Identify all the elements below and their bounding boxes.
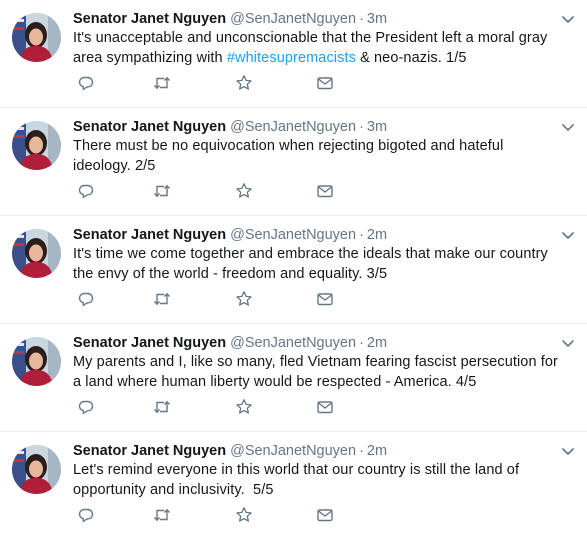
retweet-icon[interactable] bbox=[151, 396, 173, 418]
retweet-icon[interactable] bbox=[151, 504, 173, 526]
timestamp[interactable]: 3m bbox=[367, 11, 387, 27]
author-handle[interactable]: @SenJanetNguyen bbox=[230, 11, 356, 27]
avatar[interactable] bbox=[12, 13, 61, 62]
reply-icon[interactable] bbox=[75, 288, 97, 310]
direct-message-icon[interactable] bbox=[314, 72, 336, 94]
tweet-text-part: It's time we come together and embrace t… bbox=[73, 246, 548, 282]
tweet-text-part: Let's remind everyone in this world that… bbox=[73, 462, 524, 498]
like-star-icon[interactable] bbox=[233, 396, 255, 418]
hashtag-link[interactable]: #whitesupremacists bbox=[227, 50, 356, 66]
tweet-text-part: My parents and I, like so many, fled Vie… bbox=[73, 354, 558, 390]
direct-message-icon[interactable] bbox=[314, 288, 336, 310]
tweet-text: It's time we come together and embrace t… bbox=[73, 245, 563, 284]
retweet-icon[interactable] bbox=[151, 180, 173, 202]
reply-icon[interactable] bbox=[75, 504, 97, 526]
tweet-header: Senator Janet Nguyen @SenJanetNguyen · 2m bbox=[73, 333, 547, 353]
chevron-down-icon[interactable] bbox=[561, 338, 575, 350]
avatar[interactable] bbox=[12, 445, 61, 494]
tweet-text-part: & neo-nazis. 1/5 bbox=[355, 49, 467, 66]
author-name[interactable]: Senator Janet Nguyen bbox=[73, 227, 226, 243]
chevron-down-icon[interactable] bbox=[561, 446, 575, 458]
timestamp[interactable]: 2m bbox=[367, 335, 387, 351]
timestamp[interactable]: 3m bbox=[367, 119, 387, 135]
separator-dot: · bbox=[359, 11, 364, 27]
avatar[interactable] bbox=[12, 337, 61, 386]
retweet-icon[interactable] bbox=[151, 72, 173, 94]
tweet-text: My parents and I, like so many, fled Vie… bbox=[73, 353, 563, 392]
tweet[interactable]: Senator Janet Nguyen @SenJanetNguyen · 2m I… bbox=[0, 216, 587, 324]
direct-message-icon[interactable] bbox=[314, 504, 336, 526]
author-handle[interactable]: @SenJanetNguyen bbox=[230, 443, 356, 459]
separator-dot: · bbox=[359, 443, 364, 459]
reply-icon[interactable] bbox=[75, 180, 97, 202]
timestamp[interactable]: 2m bbox=[367, 227, 387, 243]
like-star-icon[interactable] bbox=[233, 180, 255, 202]
author-handle[interactable]: @SenJanetNguyen bbox=[230, 335, 356, 351]
author-handle[interactable]: @SenJanetNguyen bbox=[230, 227, 356, 243]
tweet[interactable]: Senator Janet Nguyen @SenJanetNguyen · 3m T… bbox=[0, 108, 587, 216]
tweet-text: Let's remind everyone in this world that… bbox=[73, 461, 563, 500]
timestamp[interactable]: 2m bbox=[367, 443, 387, 459]
tweet-feed: Senator Janet Nguyen @SenJanetNguyen · 3m I… bbox=[0, 0, 587, 540]
like-star-icon[interactable] bbox=[233, 72, 255, 94]
direct-message-icon[interactable] bbox=[314, 180, 336, 202]
tweet[interactable]: Senator Janet Nguyen @SenJanetNguyen · 2m L… bbox=[0, 432, 587, 540]
tweet-actions bbox=[73, 504, 343, 526]
author-name[interactable]: Senator Janet Nguyen bbox=[73, 443, 226, 459]
tweet-actions bbox=[73, 288, 343, 310]
tweet-text: It's unacceptable and unconscionable tha… bbox=[73, 29, 563, 68]
tweet-header: Senator Janet Nguyen @SenJanetNguyen · 3m bbox=[73, 117, 547, 137]
direct-message-icon[interactable] bbox=[314, 396, 336, 418]
author-name[interactable]: Senator Janet Nguyen bbox=[73, 11, 226, 27]
reply-icon[interactable] bbox=[75, 396, 97, 418]
separator-dot: · bbox=[359, 119, 364, 135]
avatar[interactable] bbox=[12, 229, 61, 278]
separator-dot: · bbox=[359, 227, 364, 243]
like-star-icon[interactable] bbox=[233, 288, 255, 310]
separator-dot: · bbox=[359, 335, 364, 351]
tweet-header: Senator Janet Nguyen @SenJanetNguyen · 2m bbox=[73, 441, 547, 461]
tweet[interactable]: Senator Janet Nguyen @SenJanetNguyen · 3m I… bbox=[0, 0, 587, 108]
tweet-header: Senator Janet Nguyen @SenJanetNguyen · 2m bbox=[73, 225, 547, 245]
chevron-down-icon[interactable] bbox=[561, 122, 575, 134]
tweet-actions bbox=[73, 396, 343, 418]
author-name[interactable]: Senator Janet Nguyen bbox=[73, 335, 226, 351]
like-star-icon[interactable] bbox=[233, 504, 255, 526]
retweet-icon[interactable] bbox=[151, 288, 173, 310]
tweet-text: There must be no equivocation when rejec… bbox=[73, 137, 563, 176]
author-handle[interactable]: @SenJanetNguyen bbox=[230, 119, 356, 135]
reply-icon[interactable] bbox=[75, 72, 97, 94]
chevron-down-icon[interactable] bbox=[561, 14, 575, 26]
tweet-text-part: There must be no equivocation when rejec… bbox=[73, 138, 504, 174]
chevron-down-icon[interactable] bbox=[561, 230, 575, 242]
author-name[interactable]: Senator Janet Nguyen bbox=[73, 119, 226, 135]
tweet-actions bbox=[73, 72, 343, 94]
avatar[interactable] bbox=[12, 121, 61, 170]
tweet[interactable]: Senator Janet Nguyen @SenJanetNguyen · 2m M… bbox=[0, 324, 587, 432]
tweet-actions bbox=[73, 180, 343, 202]
tweet-header: Senator Janet Nguyen @SenJanetNguyen · 3m bbox=[73, 9, 547, 29]
